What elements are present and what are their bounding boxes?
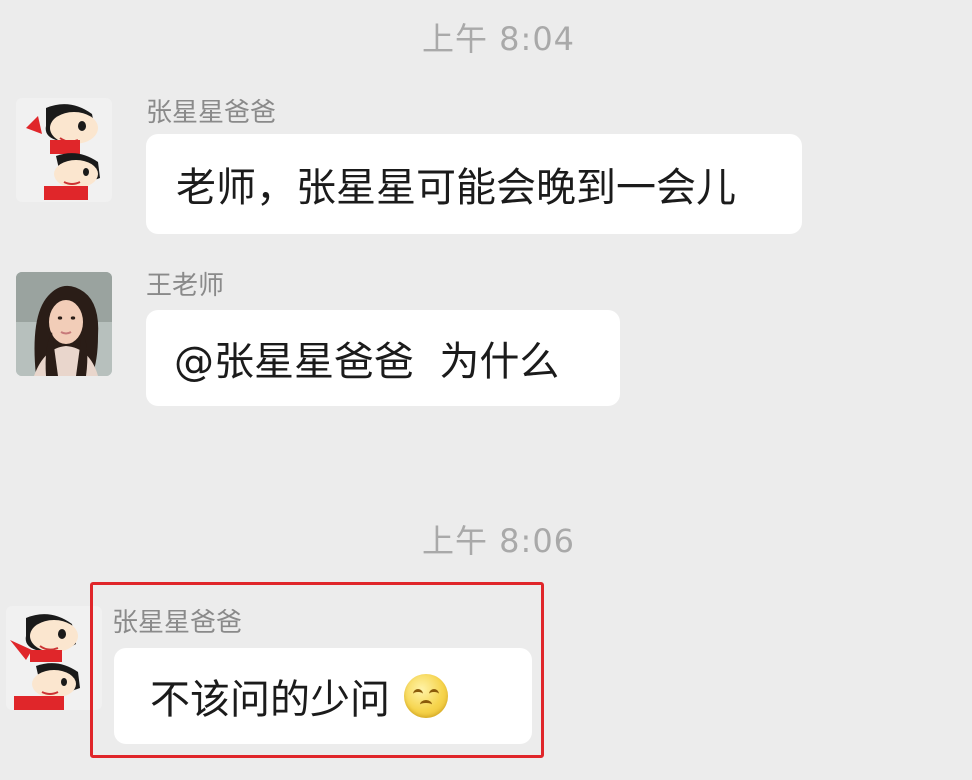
chat-window: 上午 8:04 张星星爸爸 老师，张星星可能会晚到一会儿 王老师 @张星星爸爸 … [0, 0, 972, 780]
sender-name: 王老师 [146, 271, 225, 301]
message-text: @张星星爸爸 为什么 [174, 339, 560, 385]
message-bubble[interactable]: 老师，张星星可能会晚到一会儿 [146, 134, 802, 234]
message-text: 老师，张星星可能会晚到一会儿 [176, 165, 736, 211]
crayon-shin-chan-avatar-icon[interactable] [6, 606, 102, 710]
timestamp: 上午 8:06 [422, 522, 576, 560]
highlight-box [90, 582, 544, 758]
timestamp: 上午 8:04 [422, 20, 576, 58]
message-bubble[interactable]: @张星星爸爸 为什么 [146, 310, 620, 406]
teacher-photo-avatar-icon[interactable] [16, 272, 112, 376]
sender-name: 张星星爸爸 [146, 98, 277, 128]
crayon-shin-chan-avatar-icon[interactable] [16, 98, 112, 202]
